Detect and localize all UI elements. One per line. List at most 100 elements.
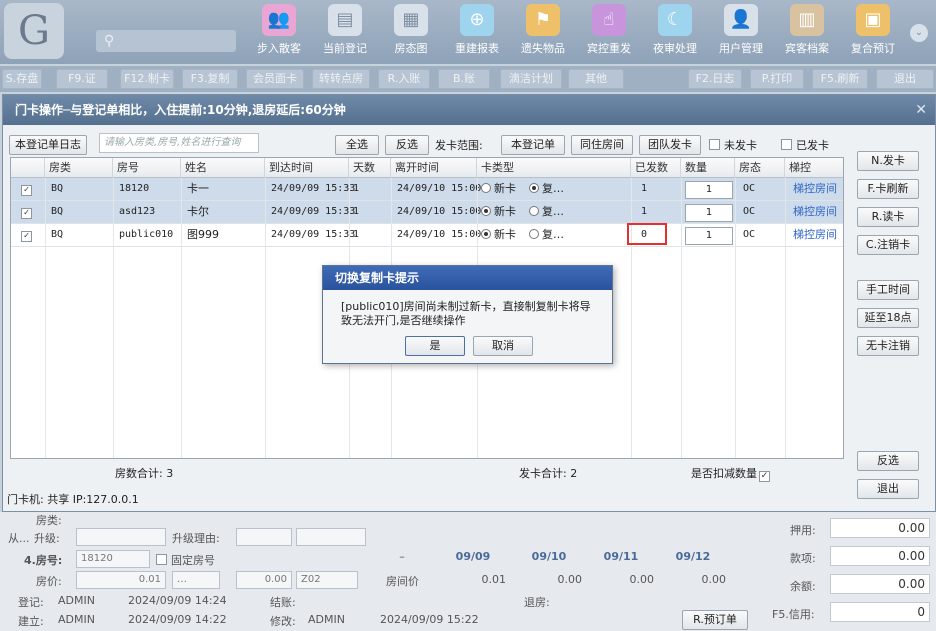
yes-button[interactable]: 是 xyxy=(405,336,465,356)
deduct-checkbox[interactable]: 是否扣减数量 ✓ xyxy=(691,465,774,482)
read-card-button[interactable]: R.读卡 xyxy=(857,207,919,227)
range-team-button[interactable]: 团队发卡 xyxy=(639,135,701,155)
reg-label: 登记: xyxy=(18,596,44,609)
price-more-button[interactable]: … xyxy=(172,571,220,589)
row-copy-radio[interactable]: 复… xyxy=(525,178,564,201)
extend-18-button[interactable]: 延至18点 xyxy=(857,308,919,328)
deposit-label[interactable]: 押用: xyxy=(790,522,816,538)
topbar-item-8[interactable]: ▥ 宾客档案 xyxy=(774,4,840,56)
toolbar-button-9[interactable]: 其他 xyxy=(568,69,624,89)
card-machine-info: 门卡机: 共享 IP:127.0.0.1 xyxy=(7,493,139,506)
row-lift-link[interactable]: 梯控房间 xyxy=(789,178,837,201)
copy-card-label: 复… xyxy=(542,182,564,195)
topbar-item-label: 夜审处理 xyxy=(653,42,697,55)
minimize-icon[interactable]: ⌄ xyxy=(910,24,928,42)
date-val-3: 0.00 xyxy=(629,573,655,586)
row-leave: 24/09/10 15:00 xyxy=(397,183,482,194)
toolbar-button-10[interactable]: F2.日志 xyxy=(688,69,742,89)
row-copy-radio[interactable]: 复… xyxy=(525,201,564,224)
toolbar-button-0[interactable]: S.存盘 xyxy=(2,69,42,89)
row-qty-input[interactable]: 1 xyxy=(685,181,733,199)
topbar-item-4[interactable]: ⚑ 遗失物品 xyxy=(510,4,576,56)
credit-value: 0 xyxy=(830,602,930,622)
toolbar-button-13[interactable]: 退出 xyxy=(876,69,934,89)
topbar-item-3[interactable]: ⊕ 重建报表 xyxy=(444,4,510,56)
upgrade-reason-input[interactable] xyxy=(236,528,292,546)
row-room-type: BQ xyxy=(51,183,64,194)
upgrade-input[interactable] xyxy=(76,528,166,546)
search-input[interactable]: 请输入房类,房号,姓名进行查询 xyxy=(99,133,259,153)
row-checkbox[interactable]: ✓ xyxy=(17,224,36,247)
date-val-2: 0.00 xyxy=(557,573,583,586)
search-icon[interactable]: ⚲ xyxy=(96,30,236,52)
topbar-item-5[interactable]: ☝ 宾控重发 xyxy=(576,4,642,56)
topbar-item-label: 当前登记 xyxy=(323,42,367,55)
modify-time: 2024/09/09 15:22 xyxy=(380,613,479,626)
toolbar-button-1[interactable]: F9.证 xyxy=(56,69,108,89)
row-lift-link[interactable]: 梯控房间 xyxy=(789,224,837,247)
range-shared-button[interactable]: 同住房间 xyxy=(571,135,633,155)
row-new-radio[interactable]: 新卡 xyxy=(477,224,516,247)
price-input[interactable]: 0.01 xyxy=(76,571,166,589)
toolbar-button-12[interactable]: F5.刷新 xyxy=(812,69,868,89)
toolbar-button-5[interactable]: 转转点房 xyxy=(312,69,370,89)
bottom-invert-button[interactable]: 反选 xyxy=(857,451,919,471)
topbar-item-2[interactable]: ▦ 房态图 xyxy=(378,4,444,56)
toolbar-button-6[interactable]: R.入账 xyxy=(378,69,430,89)
code-input[interactable]: Z02 xyxy=(296,571,358,589)
room-status-icon: ▦ xyxy=(394,4,428,36)
topbar-item-6[interactable]: ☾ 夜审处理 xyxy=(642,4,708,56)
log-button[interactable]: 本登记单日志 xyxy=(9,135,87,155)
refresh-card-button[interactable]: F.卡刷新 xyxy=(857,179,919,199)
topbar-item-9[interactable]: ▣ 复合预订 xyxy=(840,4,906,56)
exit-button[interactable]: 退出 xyxy=(857,479,919,499)
invert-select-button[interactable]: 反选 xyxy=(385,135,429,155)
row-new-radio[interactable]: 新卡 xyxy=(477,178,516,201)
close-icon[interactable]: ✕ xyxy=(915,95,927,125)
row-qty-input[interactable]: 1 xyxy=(685,227,733,245)
prebook-button[interactable]: R.预订单 xyxy=(682,610,748,630)
col-divider xyxy=(265,178,266,458)
table-row[interactable]: ✓ BQ asd123 卡尔 24/09/09 15:33 1 24/09/10… xyxy=(11,201,843,224)
col-divider xyxy=(735,178,736,458)
select-all-button[interactable]: 全选 xyxy=(335,135,379,155)
row-qty-input[interactable]: 1 xyxy=(685,204,733,222)
manual-time-button[interactable]: 手工时间 xyxy=(857,280,919,300)
upgrade-reason-label: 升级理由: xyxy=(172,532,220,545)
upgrade-reason-extra[interactable] xyxy=(296,528,366,546)
toolbar-button-2[interactable]: F12.制卡 xyxy=(120,69,174,89)
cancel-card-button[interactable]: C.注销卡 xyxy=(857,235,919,255)
unissued-checkbox[interactable]: 未发卡 xyxy=(709,137,757,153)
row-lift-link[interactable]: 梯控房间 xyxy=(789,201,837,224)
reg-time: 2024/09/09 14:24 xyxy=(128,594,227,607)
no-card-cancel-button[interactable]: 无卡注销 xyxy=(857,336,919,356)
room-no-input[interactable]: 18120 xyxy=(76,550,150,568)
table-row[interactable]: ✓ BQ 18120 卡一 24/09/09 15:33 1 24/09/10 … xyxy=(11,178,843,201)
user-icon: 👤 xyxy=(724,4,758,36)
checkout-label: 退房: xyxy=(524,596,550,609)
toolbar-button-4[interactable]: 会员面卡 xyxy=(246,69,304,89)
issued-checkbox[interactable]: 已发卡 xyxy=(781,137,829,153)
row-checkbox[interactable]: ✓ xyxy=(17,178,36,201)
toolbar-button-11[interactable]: P.打印 xyxy=(750,69,804,89)
price-input-2[interactable]: 0.00 xyxy=(236,571,292,589)
confirm-popup: 切换复制卡提示 [public010]房间尚未制过新卡，直接制复制卡将导致无法开… xyxy=(322,265,613,364)
toolbar-button-7[interactable]: B.账 xyxy=(438,69,490,89)
topbar-item-7[interactable]: 👤 用户管理 xyxy=(708,4,774,56)
upgrade-label: 升级: xyxy=(34,532,60,545)
row-checkbox[interactable]: ✓ xyxy=(17,201,36,224)
topbar-item-0[interactable]: 👥 步入散客 xyxy=(246,4,312,56)
row-new-radio[interactable]: 新卡 xyxy=(477,201,516,224)
credit-label[interactable]: F5.信用: xyxy=(772,606,815,622)
toolbar-button-3[interactable]: F3.复制 xyxy=(182,69,238,89)
payment-label[interactable]: 款项: xyxy=(790,550,816,566)
range-this-button[interactable]: 本登记单 xyxy=(501,135,565,155)
table-row[interactable]: ✓ BQ public010 图999 24/09/09 15:33 1 24/… xyxy=(11,224,843,247)
toolbar-button-8[interactable]: 滴洁计划 xyxy=(500,69,562,89)
topbar-item-1[interactable]: ▤ 当前登记 xyxy=(312,4,378,56)
cancel-button[interactable]: 取消 xyxy=(473,336,533,356)
row-copy-radio[interactable]: 复… xyxy=(525,224,564,247)
fixed-room-checkbox[interactable]: 固定房号 xyxy=(156,552,215,568)
topbar-item-label: 步入散客 xyxy=(257,42,301,55)
issue-card-button[interactable]: N.发卡 xyxy=(857,151,919,171)
